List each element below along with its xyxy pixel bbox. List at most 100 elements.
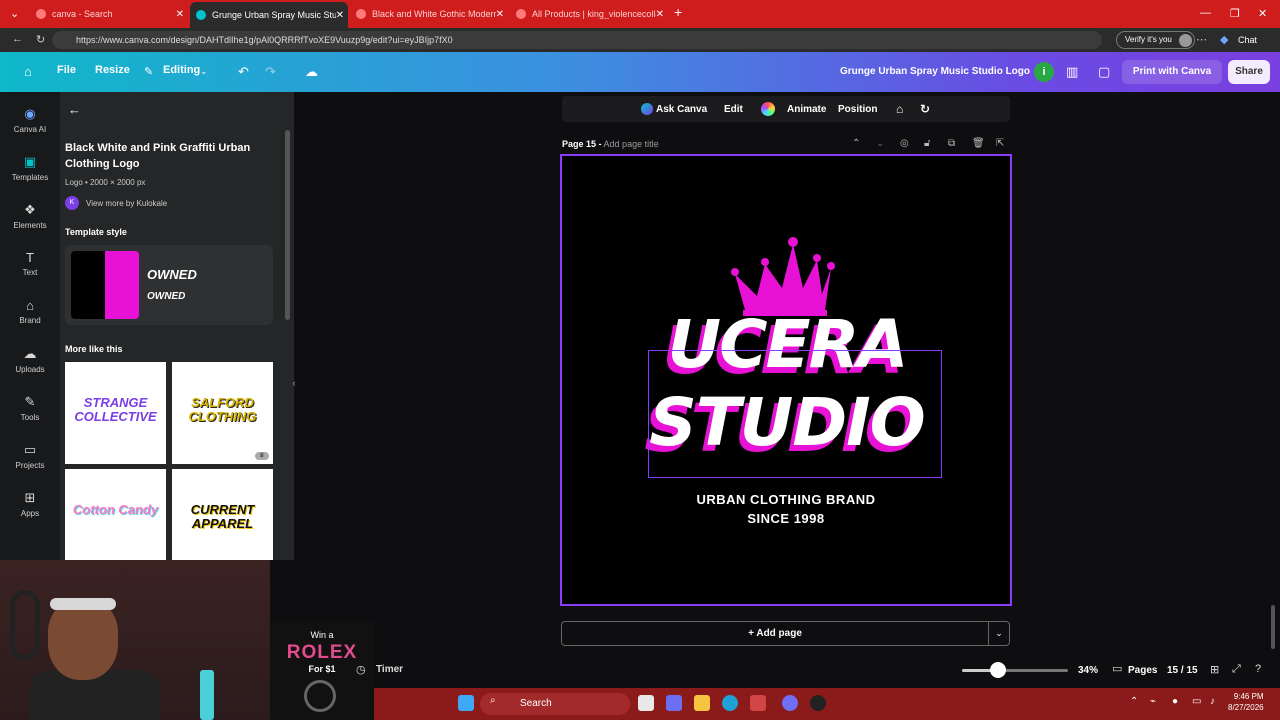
zoom-slider-handle[interactable]	[990, 662, 1006, 678]
trash-icon[interactable]: 🗑︎	[972, 138, 985, 149]
chat-label[interactable]: Chat	[1238, 35, 1257, 45]
store-icon[interactable]	[750, 695, 766, 711]
chrome-icon[interactable]	[810, 695, 826, 711]
undo-icon[interactable]: ↶	[238, 64, 249, 80]
creator-link[interactable]: K View more by Kulokale	[65, 196, 167, 210]
editing-mode-button[interactable]: Editing	[163, 64, 200, 76]
copilot-icon[interactable]: ◆	[1220, 33, 1228, 46]
system-clock[interactable]: 9:46 PM 8/27/2026	[1228, 691, 1264, 713]
windows-start-icon[interactable]	[458, 695, 474, 711]
hide-icon[interactable]: ◎	[900, 138, 909, 149]
ask-canva-button[interactable]: Ask Canva	[656, 104, 707, 115]
tab-canva-search[interactable]: canva - Search ✕	[30, 4, 188, 24]
template-thumbnail[interactable]: SALFORD CLOTHING ♛	[172, 362, 273, 464]
monitor-icon[interactable]: ▭	[1192, 696, 1201, 707]
zoom-value[interactable]: 34%	[1078, 665, 1098, 676]
tab-gothic[interactable]: Black and White Gothic Modern C ✕	[350, 4, 508, 24]
back-arrow-icon[interactable]: ←	[68, 102, 81, 117]
color-picker-icon[interactable]	[761, 102, 775, 116]
template-style-card[interactable]: OWNED OWNED	[65, 245, 273, 325]
collapse-panel-icon[interactable]: ‹	[288, 378, 300, 398]
rail-item-tools[interactable]: ✎ Tools	[0, 394, 60, 422]
tagline-line2[interactable]: SINCE 1998	[562, 511, 1010, 526]
chevron-up-icon[interactable]: ⌃	[1130, 696, 1138, 707]
tab-menu-icon[interactable]: ⌄	[10, 7, 19, 20]
rail-item-canva-ai[interactable]: ◉ Canva AI	[0, 106, 60, 134]
discord-icon[interactable]	[782, 695, 798, 711]
chevron-up-icon[interactable]: ⌃	[852, 138, 860, 149]
selection-box[interactable]	[648, 350, 942, 478]
edge-icon[interactable]	[722, 695, 738, 711]
template-thumbnail[interactable]: STRANGE COLLECTIVE	[65, 362, 166, 464]
chevron-down-icon[interactable]: ⌄	[876, 138, 884, 149]
section-heading: Template style	[65, 227, 127, 237]
tab-products[interactable]: All Products | king_violencecollabs ✕	[510, 4, 668, 24]
maximize-icon[interactable]: ❐	[1230, 7, 1240, 20]
duplicate-icon[interactable]: ⧉	[948, 138, 955, 149]
tagline-line1[interactable]: URBAN CLOTHING BRAND	[562, 492, 1010, 507]
print-with-canva-button[interactable]: Print with Canva	[1122, 60, 1222, 84]
add-page-title[interactable]: Add page title	[604, 139, 659, 149]
chevron-down-icon[interactable]: ⌄	[988, 621, 1010, 646]
network-off-icon[interactable]: ⌁	[1150, 696, 1156, 707]
rail-item-templates[interactable]: ▣ Templates	[0, 154, 60, 182]
person-head	[48, 600, 118, 680]
url-field[interactable]: https://www.canva.com/design/DAHTdlIhe1g…	[52, 31, 1102, 49]
taskbar-search[interactable]: Search	[480, 693, 630, 715]
share-button[interactable]: Share	[1228, 60, 1270, 84]
tab-active-design[interactable]: Grunge Urban Spray Music Studio ✕	[190, 2, 348, 28]
lock-icon[interactable]: 🔓︎	[924, 138, 930, 149]
close-icon[interactable]: ✕	[176, 9, 184, 20]
file-explorer-icon[interactable]	[638, 695, 654, 711]
template-thumbnail[interactable]: CURRENT APPAREL	[172, 469, 273, 560]
pages-button[interactable]: Pages	[1128, 665, 1157, 676]
canvas-scrollbar[interactable]	[1271, 605, 1275, 649]
redo-icon[interactable]: ↷	[265, 64, 276, 80]
rail-item-text[interactable]: T Text	[0, 250, 60, 277]
volume-icon[interactable]: ♪	[1210, 696, 1215, 707]
document-title[interactable]: Grunge Urban Spray Music Studio Logo	[840, 66, 1030, 77]
edit-button[interactable]: Edit	[724, 104, 743, 115]
grid-view-icon[interactable]: ⊞	[1210, 663, 1219, 676]
add-page-button[interactable]: + Add page	[561, 621, 989, 646]
avatar[interactable]: i	[1034, 62, 1054, 82]
folder-icon[interactable]	[694, 695, 710, 711]
rail-item-elements[interactable]: ❖ Elements	[0, 202, 60, 230]
verify-button[interactable]: Verify it's you	[1116, 31, 1195, 49]
paint-format-icon[interactable]: ⌂	[896, 102, 903, 116]
rail-item-uploads[interactable]: ☁ Uploads	[0, 346, 60, 374]
microphone-icon[interactable]: ●	[1172, 696, 1178, 707]
minimize-icon[interactable]: —	[1200, 7, 1211, 19]
help-icon[interactable]: ?	[1255, 663, 1261, 675]
resize-button[interactable]: Resize	[95, 64, 130, 76]
chevron-down-icon[interactable]: ⌄	[200, 66, 208, 77]
file-menu[interactable]: File	[57, 64, 76, 76]
insights-icon[interactable]: ▥	[1066, 64, 1078, 80]
rail-item-apps[interactable]: ⊞ Apps	[0, 490, 60, 518]
design-canvas[interactable]: UCERA STUDIO URBAN CLOTHING BRAND SINCE …	[560, 154, 1012, 606]
fullscreen-icon[interactable]: ⤢	[1232, 663, 1241, 676]
animate-button[interactable]: Animate	[787, 104, 826, 115]
zoom-slider[interactable]	[962, 669, 1068, 672]
close-icon[interactable]: ✕	[496, 9, 504, 20]
close-window-icon[interactable]: ✕	[1258, 7, 1267, 20]
cloud-save-icon[interactable]: ☁	[305, 64, 318, 80]
close-icon[interactable]: ✕	[656, 9, 664, 20]
more-icon[interactable]: ⋯	[1196, 33, 1207, 46]
new-tab-icon[interactable]: +	[674, 4, 682, 20]
add-page-icon[interactable]: ⇱	[996, 138, 1004, 149]
back-icon[interactable]: ←	[12, 33, 23, 45]
comment-icon[interactable]: ▢	[1098, 64, 1110, 80]
replace-icon[interactable]: ↻	[920, 102, 930, 116]
rail-item-brand[interactable]: ⌂ Brand	[0, 298, 60, 325]
template-thumbnail[interactable]: Cotton Candy	[65, 469, 166, 560]
home-icon[interactable]: ⌂	[24, 64, 32, 79]
close-icon[interactable]: ✕	[336, 10, 344, 21]
rail-item-projects[interactable]: ▭ Projects	[0, 442, 60, 470]
position-button[interactable]: Position	[838, 104, 877, 115]
timer-button[interactable]: Timer	[376, 664, 403, 675]
copilot-icon[interactable]	[666, 695, 682, 711]
panel-scrollbar[interactable]	[285, 130, 290, 320]
reload-icon[interactable]: ↻	[36, 33, 45, 46]
crown-graphic[interactable]	[727, 236, 837, 316]
